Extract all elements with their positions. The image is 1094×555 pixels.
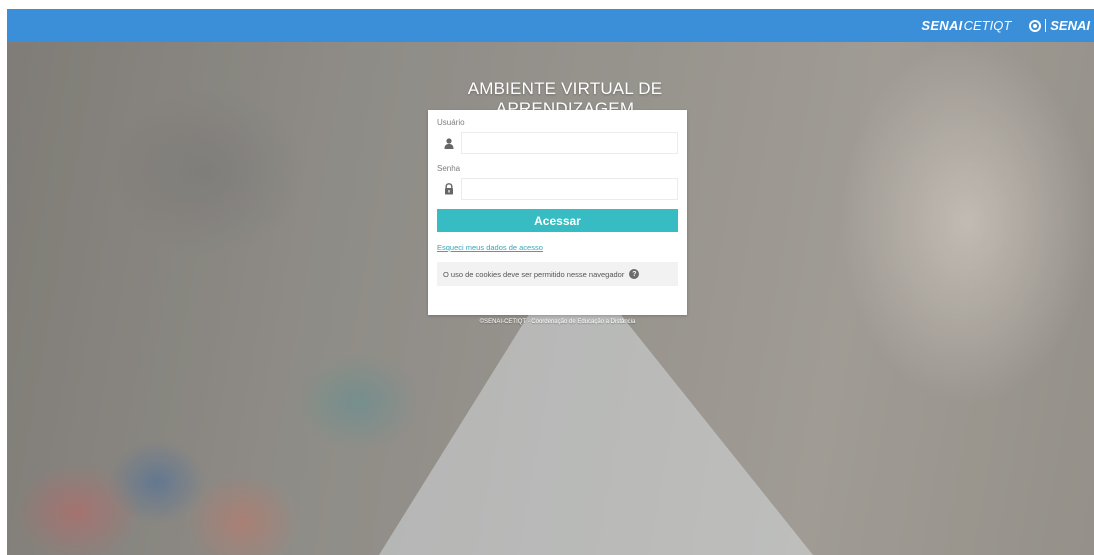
user-icon — [437, 132, 461, 154]
senai-emblem-icon — [1029, 19, 1042, 32]
lock-icon — [437, 178, 461, 200]
logo-text-light: CETIQT — [963, 18, 1012, 33]
page-stage: SENAI CETIQT SENAI AMBIENTE VIRTUAL DE A… — [7, 9, 1094, 555]
cookie-notice-text: O uso de cookies deve ser permitido ness… — [443, 269, 625, 279]
top-bar: SENAI CETIQT SENAI — [7, 9, 1094, 42]
password-input[interactable] — [461, 178, 678, 200]
username-input[interactable] — [461, 132, 678, 154]
senai-logo-text: SENAI — [1045, 19, 1090, 32]
username-label: Usuário — [437, 118, 465, 127]
senai-cetiqt-logo[interactable]: SENAI CETIQT — [921, 18, 1011, 33]
password-row — [437, 178, 678, 200]
password-label: Senha — [437, 164, 461, 173]
cookie-notice: O uso de cookies deve ser permitido ness… — [437, 262, 678, 286]
logo-text-bold: SENAI — [921, 18, 963, 33]
submit-button[interactable]: Acessar — [437, 209, 678, 232]
username-row — [437, 132, 678, 154]
copyright-text: ©SENAI-CETIQT - Coordenação de Educação … — [479, 319, 636, 325]
help-icon[interactable]: ? — [629, 269, 640, 279]
login-card: Usuário Senha Acessar Esqueci meus dados… — [428, 110, 687, 315]
forgot-credentials-link[interactable]: Esqueci meus dados de acesso — [437, 243, 678, 252]
hero-background: AMBIENTE VIRTUAL DE APRENDIZAGEM Usuário… — [7, 42, 1094, 555]
senai-wordmark: SENAI — [1045, 19, 1090, 32]
senai-logo[interactable]: SENAI — [1029, 19, 1090, 32]
